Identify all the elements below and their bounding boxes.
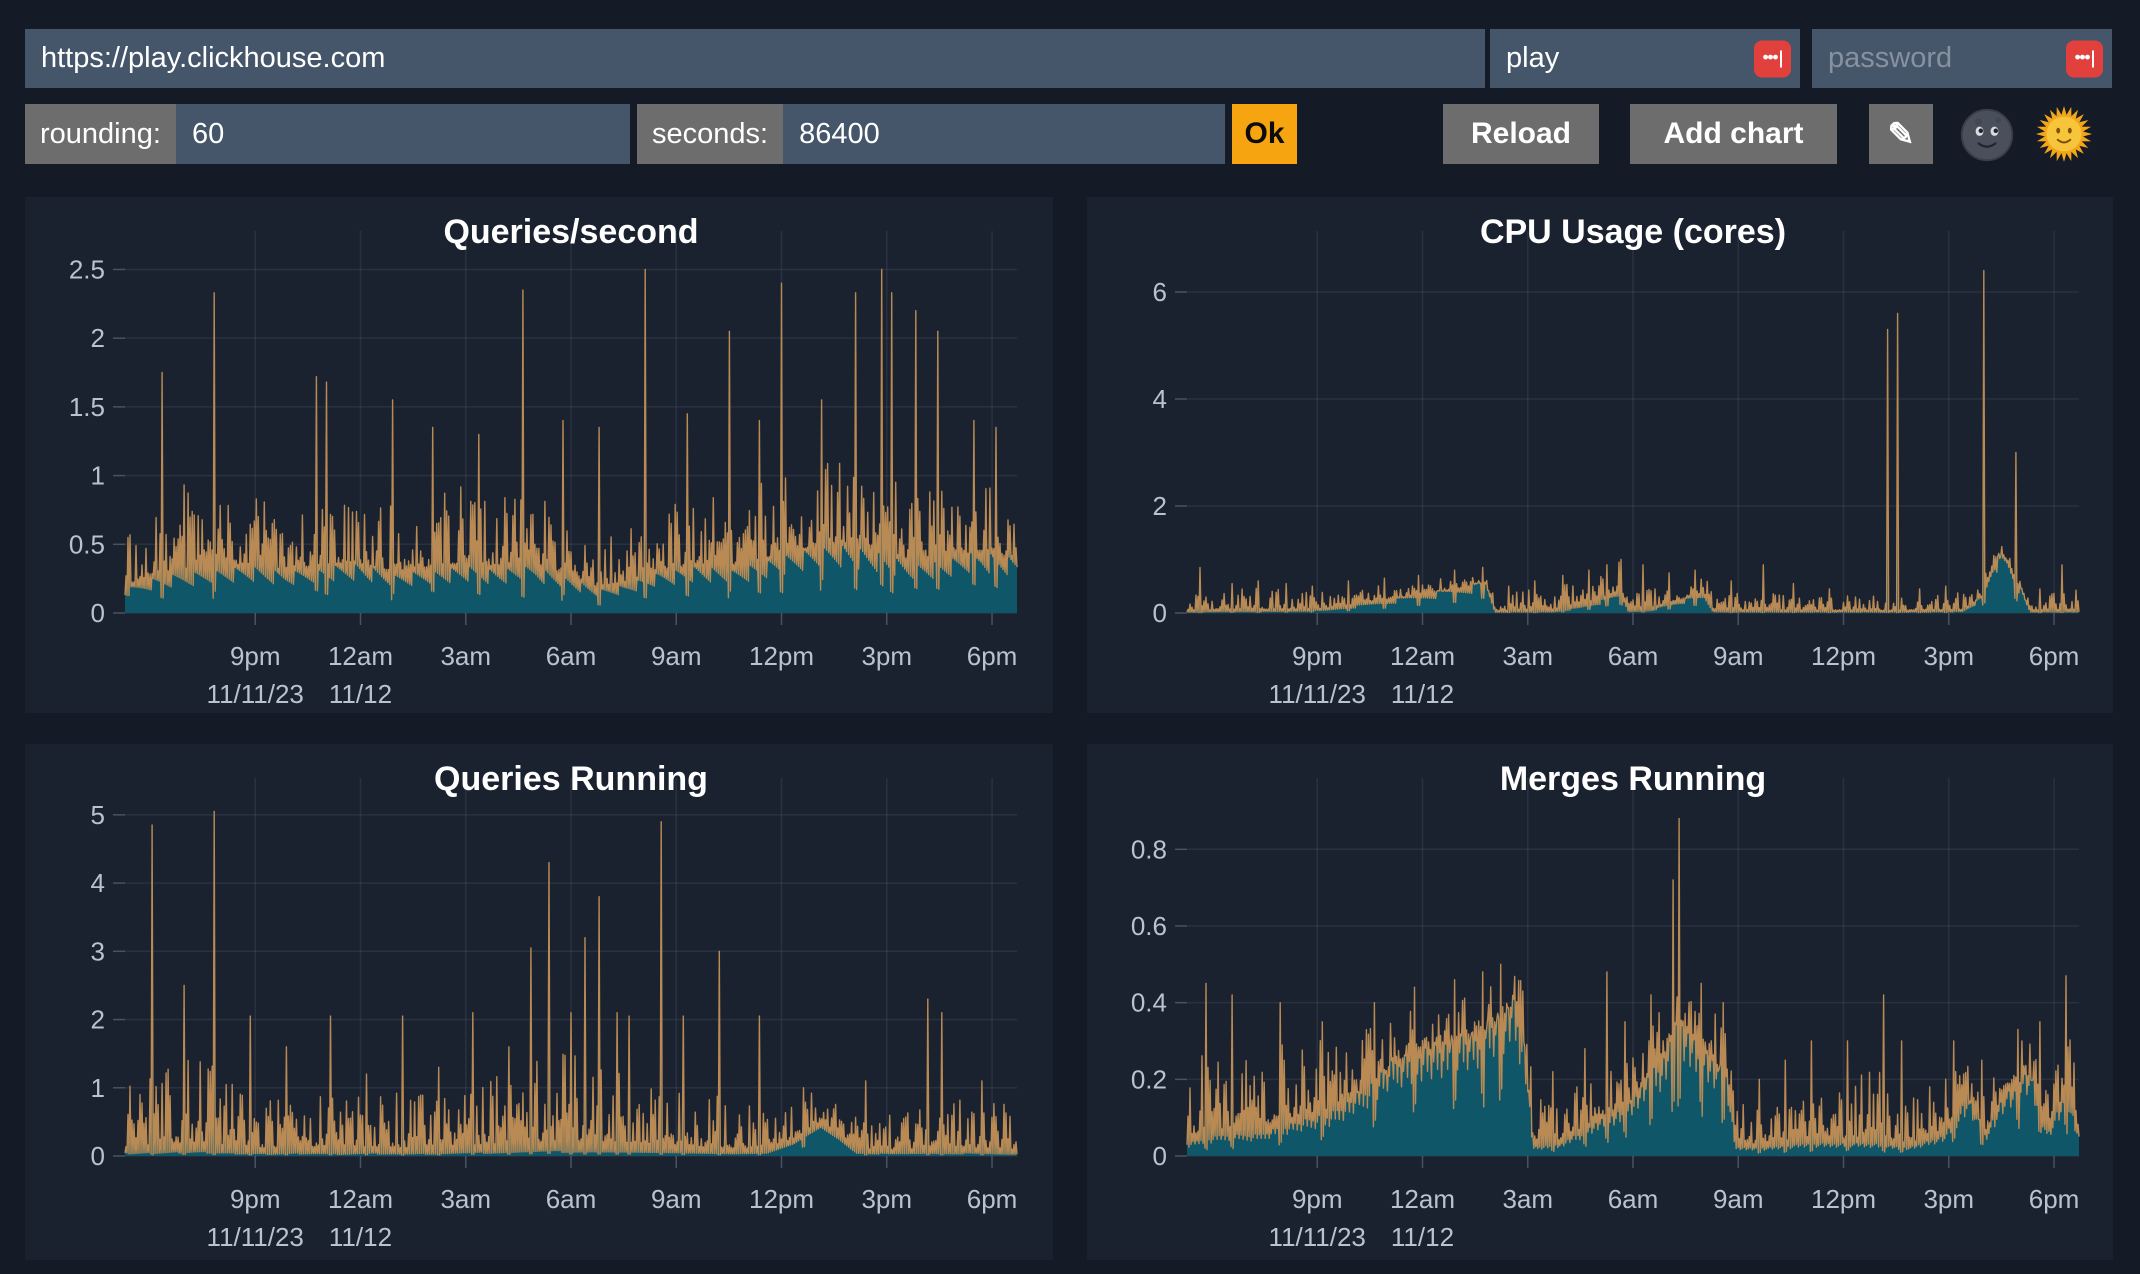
chart-cpu-usage[interactable]: CPU Usage (cores)02469pm11/11/2312am11/1… [1087,197,2113,713]
svg-text:11/12: 11/12 [1391,1222,1454,1252]
svg-text:1: 1 [91,1073,105,1103]
svg-text:2.5: 2.5 [69,254,105,284]
chart-card-merges-running: Merges Running00.20.40.60.89pm11/11/2312… [1087,744,2113,1260]
moon-icon [1959,107,2015,163]
svg-text:2: 2 [1153,491,1167,521]
svg-text:3am: 3am [1502,641,1553,671]
svg-text:6pm: 6pm [967,1184,1018,1214]
svg-text:9pm: 9pm [230,1184,281,1214]
user-field-wrap: ••• [1490,29,1800,88]
svg-text:3pm: 3pm [1923,641,1974,671]
svg-text:0: 0 [91,598,105,628]
svg-text:0: 0 [1153,598,1167,628]
svg-text:9am: 9am [651,1184,702,1214]
svg-text:4: 4 [1153,384,1167,414]
svg-text:0.5: 0.5 [69,529,105,559]
chart-queries-per-second[interactable]: Queries/second00.511.522.59pm11/11/2312a… [25,197,1053,713]
theme-light-button[interactable] [2035,105,2093,163]
svg-text:6am: 6am [546,1184,597,1214]
svg-text:3: 3 [91,936,105,966]
svg-text:12am: 12am [1390,1184,1455,1214]
svg-text:0: 0 [1153,1141,1167,1171]
svg-text:1: 1 [91,461,105,491]
theme-dark-button[interactable] [1959,107,2015,163]
svg-text:12pm: 12pm [1811,641,1876,671]
svg-text:12pm: 12pm [1811,1184,1876,1214]
password-manager-dots: ••• [2075,49,2090,66]
svg-text:11/11/23: 11/11/23 [1269,1222,1366,1252]
svg-text:6pm: 6pm [967,641,1018,671]
svg-text:3am: 3am [1502,1184,1553,1214]
svg-text:0.8: 0.8 [1131,834,1167,864]
svg-text:6pm: 6pm [2029,1184,2080,1214]
svg-text:4: 4 [91,868,105,898]
svg-text:1.5: 1.5 [69,392,105,422]
svg-text:6am: 6am [546,641,597,671]
svg-text:0.4: 0.4 [1131,988,1167,1018]
svg-text:12pm: 12pm [749,1184,814,1214]
svg-text:12pm: 12pm [749,641,814,671]
svg-text:5: 5 [91,800,105,830]
edit-charts-button[interactable]: ✎ [1869,104,1933,164]
rounding-input[interactable] [176,104,630,164]
url-field-wrap [25,29,1485,88]
chart-card-queries-per-second: Queries/second00.511.522.59pm11/11/2312a… [25,197,1053,713]
svg-text:12am: 12am [328,641,393,671]
svg-text:3am: 3am [440,641,491,671]
svg-text:0.6: 0.6 [1131,911,1167,941]
chart-merges-running[interactable]: Merges Running00.20.40.60.89pm11/11/2312… [1087,744,2113,1260]
svg-text:3pm: 3pm [861,641,912,671]
svg-text:0: 0 [91,1141,105,1171]
svg-text:9am: 9am [1713,641,1764,671]
svg-text:2: 2 [91,1005,105,1035]
svg-text:6pm: 6pm [2029,641,2080,671]
svg-text:6: 6 [1153,277,1167,307]
ok-button[interactable]: Ok [1232,104,1297,164]
svg-text:11/12: 11/12 [329,679,392,709]
svg-text:3am: 3am [440,1184,491,1214]
seconds-label: seconds: [637,104,783,164]
svg-text:11/11/23: 11/11/23 [1269,679,1366,709]
svg-text:9am: 9am [1713,1184,1764,1214]
svg-text:9pm: 9pm [1292,1184,1343,1214]
password-manager-dots: ••• [1763,49,1778,66]
svg-text:3pm: 3pm [861,1184,912,1214]
svg-text:11/11/23: 11/11/23 [207,1222,304,1252]
password-manager-caret [2092,50,2094,67]
svg-text:2: 2 [91,323,105,353]
password-field-wrap: ••• [1812,29,2112,88]
svg-text:6am: 6am [1608,641,1659,671]
svg-text:12am: 12am [1390,641,1455,671]
rounding-label: rounding: [25,104,176,164]
svg-text:9pm: 9pm [230,641,281,671]
svg-text:3pm: 3pm [1923,1184,1974,1214]
svg-text:9am: 9am [651,641,702,671]
svg-text:6am: 6am [1608,1184,1659,1214]
svg-text:11/11/23: 11/11/23 [207,679,304,709]
seconds-input[interactable] [783,104,1225,164]
svg-text:12am: 12am [328,1184,393,1214]
password-manager-icon[interactable]: ••• [1754,40,1791,77]
svg-text:11/12: 11/12 [1391,679,1454,709]
chart-queries-running[interactable]: Queries Running0123459pm11/11/2312am11/1… [25,744,1053,1260]
add-chart-button[interactable]: Add chart [1630,104,1837,164]
rounding-group: rounding: [25,104,630,164]
svg-text:11/12: 11/12 [329,1222,392,1252]
url-input[interactable] [25,29,1485,88]
reload-button[interactable]: Reload [1443,104,1599,164]
svg-text:9pm: 9pm [1292,641,1343,671]
sun-icon [2035,105,2093,163]
svg-text:0.2: 0.2 [1131,1064,1167,1094]
pencil-icon: ✎ [1888,115,1915,153]
seconds-group: seconds: [637,104,1225,164]
dashboard-page: { "toolbar": { "url": {"value": "https:/… [0,0,2140,1274]
password-manager-icon[interactable]: ••• [2066,40,2103,77]
chart-card-queries-running: Queries Running0123459pm11/11/2312am11/1… [25,744,1053,1260]
chart-card-cpu-usage: CPU Usage (cores)02469pm11/11/2312am11/1… [1087,197,2113,713]
password-manager-caret [1780,50,1782,67]
